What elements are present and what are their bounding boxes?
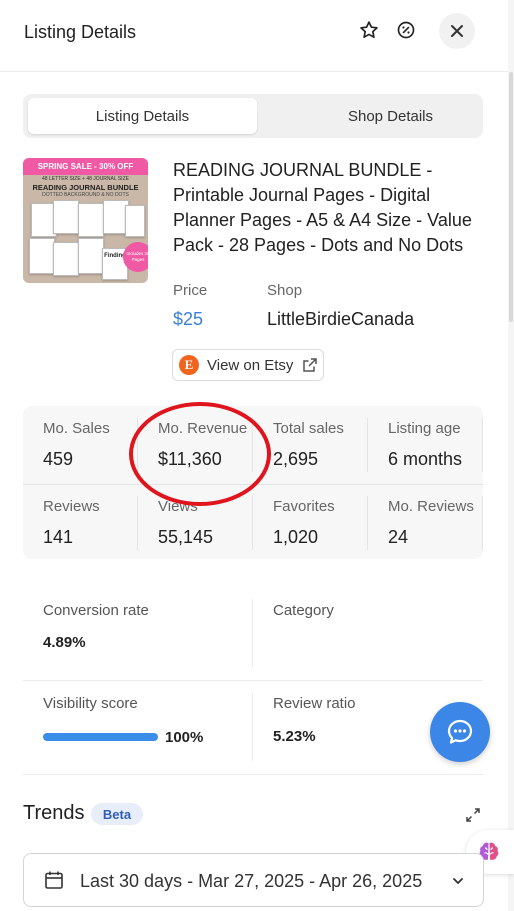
conversion-rate-label: Conversion rate bbox=[43, 602, 149, 619]
thumbnail-sale-banner: SPRING SALE - 30% OFF bbox=[23, 158, 148, 175]
stats-divider bbox=[482, 496, 483, 550]
stats-divider bbox=[367, 418, 368, 472]
highlight-circle bbox=[129, 402, 271, 506]
metrics-divider bbox=[252, 693, 253, 761]
stat-favorites-value: 1,020 bbox=[273, 527, 319, 547]
listing-thumbnail[interactable]: SPRING SALE - 30% OFF 48 LETTER SIZE + 4… bbox=[23, 158, 148, 283]
thumbnail-title: READING JOURNAL BUNDLE bbox=[32, 183, 139, 192]
stat-mo-sales-value: 459 bbox=[43, 449, 74, 469]
review-ratio-label: Review ratio bbox=[273, 695, 356, 712]
close-icon bbox=[451, 25, 463, 37]
visibility-score-bar bbox=[43, 733, 158, 741]
trends-heading: Trends bbox=[23, 802, 85, 824]
thumbnail-page bbox=[53, 242, 79, 276]
details-tabs: Listing Details Shop Details bbox=[23, 94, 483, 138]
metrics-divider bbox=[23, 680, 483, 681]
panel-title: Listing Details bbox=[24, 22, 137, 42]
thumbnail-badge: Includes 28 Pages bbox=[123, 242, 148, 272]
stat-reviews-label: Reviews bbox=[43, 498, 100, 515]
tab-shop-details[interactable]: Shop Details bbox=[276, 98, 505, 134]
stat-mo-reviews-label: Mo. Reviews bbox=[388, 498, 474, 515]
price-value: $25 bbox=[173, 309, 204, 329]
chat-bubble-icon bbox=[447, 719, 473, 744]
visibility-score-value: 100% bbox=[165, 729, 204, 746]
conversion-rate-value: 4.89% bbox=[43, 634, 86, 651]
view-on-etsy-button[interactable]: E View on Etsy bbox=[172, 349, 324, 381]
metrics-divider bbox=[252, 599, 253, 667]
date-range-select[interactable]: Last 30 days - Mar 27, 2025 - Apr 26, 20… bbox=[23, 853, 484, 907]
stat-total-sales-value: 2,695 bbox=[273, 449, 319, 469]
chat-button[interactable] bbox=[430, 702, 490, 762]
metrics-divider bbox=[23, 774, 483, 775]
stat-total-sales-label: Total sales bbox=[273, 420, 344, 437]
close-button[interactable] bbox=[439, 13, 475, 49]
star-icon[interactable] bbox=[357, 18, 381, 42]
external-link-icon bbox=[303, 358, 318, 372]
percent-badge-icon[interactable] bbox=[394, 18, 418, 42]
stat-mo-reviews-value: 24 bbox=[388, 527, 409, 547]
visibility-score-label: Visibility score bbox=[43, 695, 138, 712]
stats-divider bbox=[137, 496, 138, 550]
stat-mo-sales-label: Mo. Sales bbox=[43, 420, 110, 437]
stats-divider bbox=[482, 418, 483, 472]
stat-views-value: 55,145 bbox=[158, 527, 214, 547]
category-label: Category bbox=[273, 602, 334, 619]
panel-header: Listing Details bbox=[0, 0, 508, 72]
tab-listing-details[interactable]: Listing Details bbox=[28, 98, 257, 134]
thumbnail-page bbox=[78, 238, 104, 274]
date-range-value: Last 30 days - Mar 27, 2025 - Apr 26, 20… bbox=[80, 871, 423, 891]
scrollbar-thumb[interactable] bbox=[509, 72, 513, 322]
etsy-logo-icon: E bbox=[179, 355, 199, 375]
stat-listing-age-value: 6 months bbox=[388, 449, 463, 469]
thumbnail-page bbox=[125, 205, 145, 237]
thumbnail-page bbox=[78, 203, 104, 237]
beta-badge: Beta bbox=[91, 803, 143, 825]
thumbnail-page bbox=[29, 238, 55, 274]
stat-favorites-label: Favorites bbox=[273, 498, 335, 515]
price-label: Price bbox=[173, 282, 208, 299]
stat-reviews-value: 141 bbox=[43, 527, 74, 547]
thumbnail-subtitle: 48 LETTER SIZE + 48 JOURNAL SIZE bbox=[42, 176, 129, 182]
listing-title: READING JOURNAL BUNDLE - Printable Journ… bbox=[173, 160, 472, 255]
shop-label: Shop bbox=[267, 282, 303, 299]
thumbnail-page bbox=[53, 200, 79, 234]
stat-listing-age-label: Listing age bbox=[388, 420, 461, 437]
review-ratio-value: 5.23% bbox=[273, 728, 316, 745]
expand-icon[interactable] bbox=[464, 806, 482, 824]
stats-divider bbox=[252, 496, 253, 550]
chevron-down-icon bbox=[453, 878, 463, 884]
calendar-icon bbox=[45, 871, 63, 889]
thumbnail-subtitle-2: DOTTED BACKGROUND & NO DOTS bbox=[42, 192, 129, 198]
stats-divider bbox=[367, 496, 368, 550]
shop-value[interactable]: LittleBirdieCanada bbox=[267, 309, 414, 330]
view-on-etsy-label: View on Etsy bbox=[207, 356, 294, 374]
